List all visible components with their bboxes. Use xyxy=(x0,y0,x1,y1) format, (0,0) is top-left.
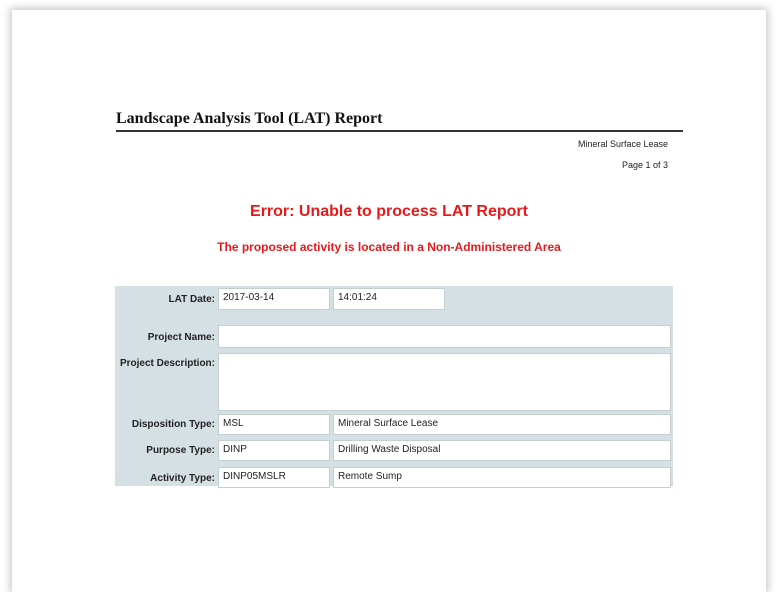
project-name-label: Project Name: xyxy=(147,332,215,343)
purpose-type-code: DINP xyxy=(218,440,330,461)
disposition-type-code: MSL xyxy=(218,414,330,435)
purpose-type-label: Purpose Type: xyxy=(146,445,215,456)
project-description-field xyxy=(218,353,671,411)
title-divider xyxy=(116,130,683,132)
disposition-name-header: Mineral Surface Lease xyxy=(577,139,668,149)
activity-type-label: Activity Type: xyxy=(150,473,215,484)
project-name-field xyxy=(218,325,671,348)
error-title: Error: Unable to process LAT Report xyxy=(250,203,528,220)
disposition-type-label: Disposition Type: xyxy=(131,419,215,430)
error-subtitle: The proposed activity is located in a No… xyxy=(217,240,561,254)
report-title: Landscape Analysis Tool (LAT) Report xyxy=(116,110,383,127)
report-page: Landscape Analysis Tool (LAT) Report Min… xyxy=(12,10,766,592)
lat-time-field: 14:01:24 xyxy=(333,288,445,310)
purpose-type-description: Drilling Waste Disposal xyxy=(333,440,671,461)
report-details-form: LAT Date: 2017-03-14 14:01:24 Project Na… xyxy=(115,286,673,488)
activity-type-code: DINP05MSLR xyxy=(218,467,330,488)
disposition-type-description: Mineral Surface Lease xyxy=(333,414,671,435)
activity-type-description: Remote Sump xyxy=(333,467,671,488)
page-number: Page 1 of 3 xyxy=(621,160,668,170)
lat-date-field: 2017-03-14 xyxy=(218,288,330,310)
project-description-label: Project Description: xyxy=(119,358,215,369)
lat-date-label: LAT Date: xyxy=(168,294,215,305)
